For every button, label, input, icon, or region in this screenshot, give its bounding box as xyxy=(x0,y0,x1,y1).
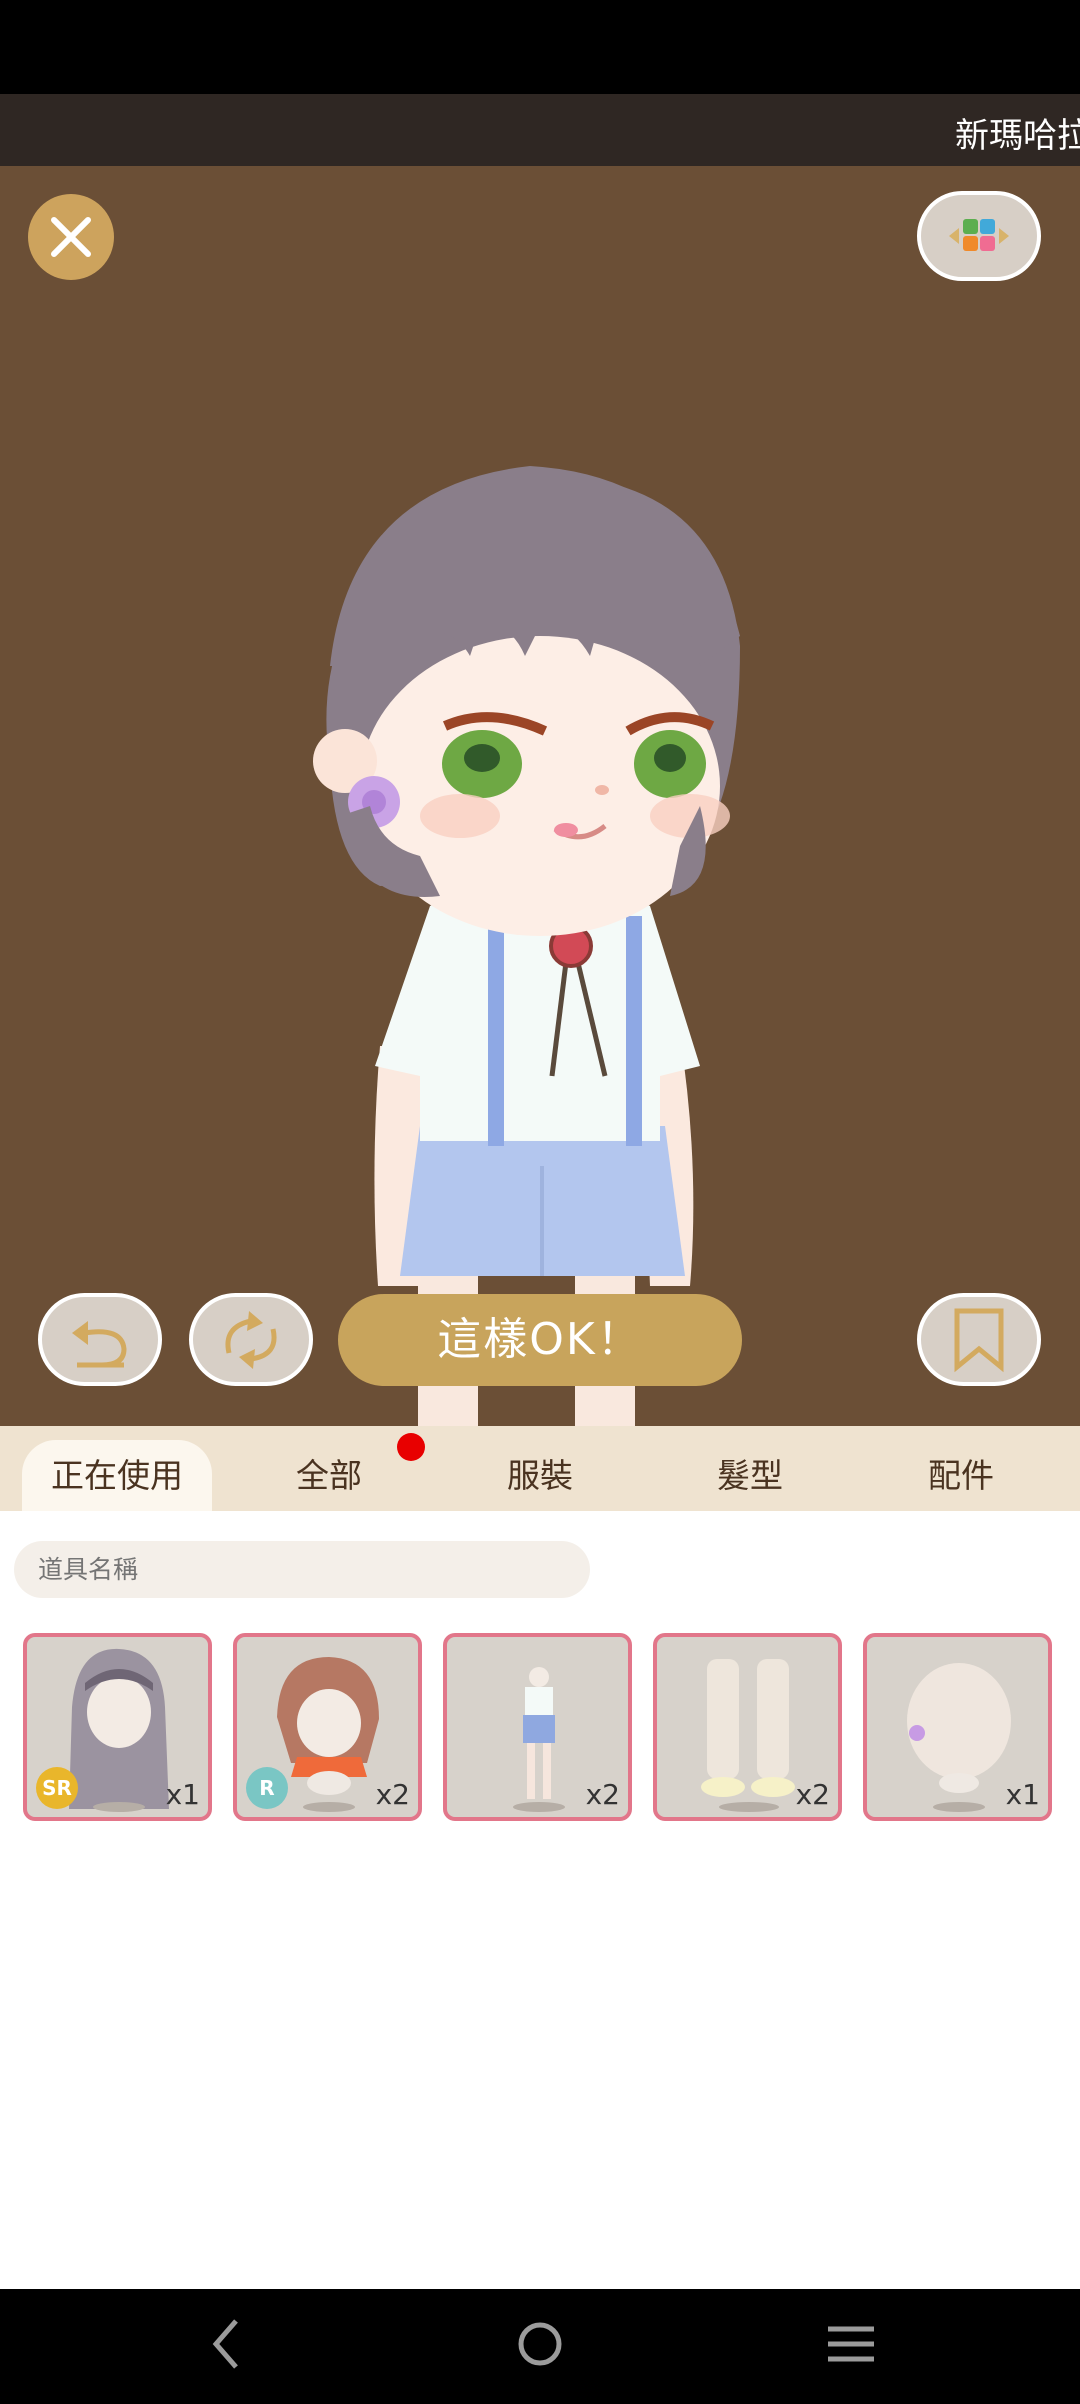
nav-icons xyxy=(212,2319,874,2369)
rotate-icon xyxy=(225,1311,277,1369)
undo-button[interactable] xyxy=(38,1293,162,1386)
tab-all[interactable]: 全部 xyxy=(234,1440,424,1511)
item-quantity: x1 xyxy=(1005,1778,1040,1811)
avatar-stage: 這樣OK！ xyxy=(0,166,1080,1426)
confirm-outfit-button[interactable]: 這樣OK！ xyxy=(338,1294,742,1386)
tab-hairstyle[interactable]: 髮型 xyxy=(655,1440,845,1511)
item-quantity: x2 xyxy=(375,1778,410,1811)
category-tabs: 正在使用 全部 服裝 髮型 配件 xyxy=(0,1426,1080,1511)
bookmark-icon xyxy=(954,1308,1004,1373)
tab-accessories[interactable]: 配件 xyxy=(866,1440,1056,1511)
item-panel: SR x1 R x2 x2 xyxy=(0,1511,1080,2289)
item-short-red-hair[interactable]: R x2 xyxy=(233,1633,422,1821)
item-quantity: x2 xyxy=(795,1778,830,1811)
announcement-marquee: 新瑪哈拉 xyxy=(0,94,1080,166)
item-flower-accessory[interactable]: x1 xyxy=(863,1633,1052,1821)
tab-in-use[interactable]: 正在使用 xyxy=(22,1440,212,1511)
new-badge xyxy=(397,1433,425,1461)
rotate-button[interactable] xyxy=(189,1293,313,1386)
item-name-search-input[interactable] xyxy=(14,1541,590,1598)
avatar-figure xyxy=(313,466,740,1426)
item-outfit[interactable]: x2 xyxy=(443,1633,632,1821)
item-long-hair[interactable]: SR x1 xyxy=(23,1633,212,1821)
item-quantity: x1 xyxy=(165,1778,200,1811)
status-bar xyxy=(0,0,1080,94)
undo-icon xyxy=(72,1321,127,1368)
home-icon xyxy=(518,2322,562,2366)
back-icon xyxy=(212,2319,238,2369)
tab-clothing[interactable]: 服裝 xyxy=(445,1440,635,1511)
item-socks-shoes[interactable]: x2 xyxy=(653,1633,842,1821)
rarity-badge: R xyxy=(246,1767,288,1809)
marquee-text: 新瑪哈拉 xyxy=(955,116,1080,156)
bookmark-button[interactable] xyxy=(917,1293,1041,1386)
item-quantity: x2 xyxy=(585,1778,620,1811)
system-navigation-bar xyxy=(0,2289,1080,2400)
rarity-badge: SR xyxy=(36,1767,78,1809)
